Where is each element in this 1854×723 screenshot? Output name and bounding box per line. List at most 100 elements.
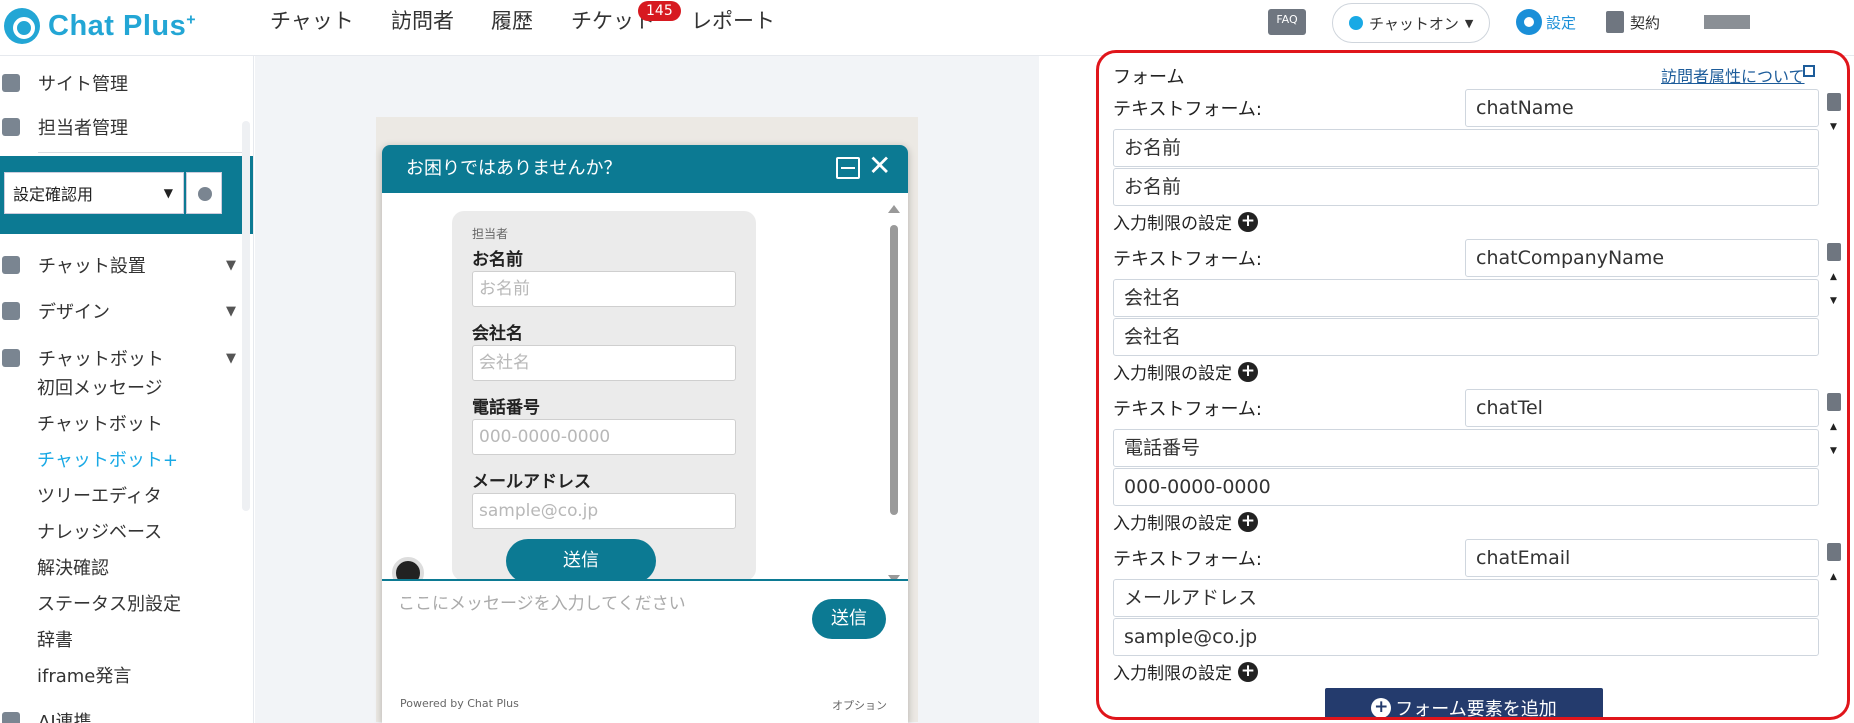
sidebar-subitem-tree-editor[interactable]: ツリーエディタ [37, 482, 162, 508]
sidebar-subitem-first-message[interactable]: 初回メッセージ [37, 374, 163, 400]
email-input[interactable]: sample@co.jp [472, 493, 736, 529]
input-limit-setting[interactable]: 入力制限の設定 + [1113, 209, 1258, 234]
name-input[interactable]: お名前 [472, 271, 736, 307]
close-icon[interactable]: ✕ [868, 149, 891, 182]
limit-label: 入力制限の設定 [1113, 364, 1232, 384]
sidebar-subitem-dictionary[interactable]: 辞書 [37, 626, 73, 652]
sidebar-item-site-admin[interactable]: サイト管理 [0, 68, 246, 98]
move-down-icon[interactable]: ▼ [1830, 297, 1837, 306]
field-label-input[interactable]: お名前 [1113, 129, 1819, 167]
move-up-icon[interactable]: ▲ [1830, 573, 1837, 582]
sidebar-item-design[interactable]: デザイン ▼ [0, 296, 246, 326]
input-limit-setting[interactable]: 入力制限の設定 + [1113, 659, 1258, 684]
message-input-area: ここにメッセージを入力してください 送信 Powered by Chat Plu… [382, 579, 908, 723]
sidebar-subitem-knowledge-base[interactable]: ナレッジベース [37, 518, 162, 544]
trash-icon[interactable] [1827, 93, 1841, 111]
chat-bubble-icon [2, 349, 20, 367]
scroll-thumb[interactable] [890, 225, 898, 515]
tools-icon [2, 256, 20, 274]
message-input[interactable]: ここにメッセージを入力してください [398, 589, 686, 614]
plus-icon[interactable]: + [1238, 361, 1258, 382]
field-placeholder-input[interactable]: sample@co.jp [1113, 618, 1819, 656]
brand-name: Chat Plus+ [48, 9, 197, 42]
company-input[interactable]: 会社名 [472, 345, 736, 381]
send-button[interactable]: 送信 [812, 599, 886, 639]
faq-icon[interactable]: FAQ [1268, 9, 1306, 35]
visitor-attributes-link[interactable]: 訪問者属性について [1661, 63, 1805, 87]
contract-link[interactable]: 契約 [1606, 8, 1660, 36]
form-settings-panel: フォーム 訪問者属性について テキストフォーム: chatName ▼ お名前 … [1096, 50, 1850, 720]
field-placeholder-input[interactable]: 000-0000-0000 [1113, 468, 1819, 506]
option-link[interactable]: オプション [832, 697, 887, 713]
phone-input[interactable]: 000-0000-0000 [472, 419, 736, 455]
sidebar-item-label: チャットボット [38, 349, 164, 370]
field-key-input[interactable]: chatTel [1465, 389, 1819, 427]
sidebar-item-chat-install[interactable]: チャット設置 ▼ [0, 250, 246, 280]
sidebar-subitem-iframe[interactable]: iframe発言 [37, 662, 131, 688]
gear-icon [2, 74, 20, 92]
move-down-icon[interactable]: ▼ [1830, 123, 1837, 132]
move-down-icon[interactable]: ▼ [1830, 447, 1837, 456]
sidebar-subitem-chatbot-plus[interactable]: チャットボット+ [37, 446, 178, 472]
nav-report[interactable]: レポート [691, 0, 775, 42]
sidebar: サイト管理 担当者管理 設定確認用 ▼ チャット設置 ▼ デザイン ▼ チャット… [0, 56, 254, 723]
sidebar-item-chatbot[interactable]: チャットボット ▼ [0, 343, 246, 373]
input-limit-setting[interactable]: 入力制限の設定 + [1113, 359, 1258, 384]
widget-title: お困りではありませんか？ [406, 158, 622, 179]
site-settings-button[interactable] [186, 172, 222, 214]
chat-status-toggle[interactable]: チャットオン ▼ [1332, 3, 1490, 43]
brand-logo[interactable]: Chat Plus+ [4, 4, 196, 48]
trash-icon[interactable] [1827, 393, 1841, 411]
ticket-count-badge: 145 [638, 1, 681, 21]
field-label-input[interactable]: メールアドレス [1113, 579, 1819, 617]
minimize-icon[interactable] [836, 157, 860, 179]
users-icon [2, 118, 20, 136]
sidebar-subitem-resolution-check[interactable]: 解決確認 [37, 554, 109, 580]
field-label-email: メールアドレス [472, 472, 591, 492]
nav-history[interactable]: 履歴 [491, 0, 533, 42]
trash-icon[interactable] [1827, 243, 1841, 261]
powered-by: Powered by Chat Plus [400, 697, 519, 710]
plus-icon[interactable]: + [1238, 211, 1258, 232]
nav-visitors[interactable]: 訪問者 [391, 0, 454, 42]
widget-header: お困りではありませんか？ [382, 145, 908, 193]
sidebar-item-ai[interactable]: AI連携 [0, 706, 246, 723]
sidebar-subitem-chatbot[interactable]: チャットボット [37, 410, 163, 436]
sidebar-subitem-status-settings[interactable]: ステータス別設定 [37, 590, 181, 616]
plus-icon[interactable]: + [1238, 661, 1258, 682]
input-limit-setting[interactable]: 入力制限の設定 + [1113, 509, 1258, 534]
field-label-input[interactable]: 会社名 [1113, 279, 1819, 317]
ai-icon [2, 712, 20, 723]
sidebar-item-label: 担当者管理 [38, 118, 128, 139]
chat-widget-preview: お困りではありませんか？ ✕ 担当者 お名前 お名前 会社名 会社名 電話番号 … [382, 145, 908, 723]
add-form-element-button[interactable]: + フォーム要素を追加 [1325, 688, 1603, 720]
field-label-input[interactable]: 電話番号 [1113, 429, 1819, 467]
chevron-down-icon: ▼ [163, 186, 173, 200]
site-select[interactable]: 設定確認用 ▼ [4, 172, 184, 214]
field-placeholder-input[interactable]: 会社名 [1113, 318, 1819, 356]
chevron-down-icon: ▼ [226, 350, 236, 366]
user-menu[interactable] [1704, 15, 1750, 29]
field-type-label: テキストフォーム: [1113, 99, 1262, 120]
move-up-icon[interactable]: ▲ [1830, 423, 1837, 432]
limit-label: 入力制限の設定 [1113, 214, 1232, 234]
field-key-input[interactable]: chatCompanyName [1465, 239, 1819, 277]
move-up-icon[interactable]: ▲ [1830, 273, 1837, 282]
add-form-element-label: フォーム要素を追加 [1395, 699, 1557, 720]
form-submit-button[interactable]: 送信 [506, 539, 656, 583]
plus-icon[interactable]: + [1238, 511, 1258, 532]
widget-scrollbar[interactable] [888, 205, 900, 585]
field-placeholder-input[interactable]: お名前 [1113, 168, 1819, 206]
settings-link[interactable]: 設定 [1516, 8, 1576, 36]
trash-icon[interactable] [1827, 543, 1841, 561]
nav-chat[interactable]: チャット [270, 0, 354, 42]
field-label-name: お名前 [472, 250, 523, 270]
limit-label: 入力制限の設定 [1113, 514, 1232, 534]
field-key-input[interactable]: chatName [1465, 89, 1819, 127]
field-key-input[interactable]: chatEmail [1465, 539, 1819, 577]
site-selector-box: 設定確認用 ▼ [0, 156, 253, 234]
top-bar: Chat Plus+ チャット 訪問者 履歴 チケット 145 レポート FAQ… [0, 0, 1854, 56]
sidebar-item-staff-admin[interactable]: 担当者管理 [0, 112, 246, 142]
gear-icon [198, 187, 212, 201]
sidebar-scrollbar[interactable] [242, 121, 250, 511]
